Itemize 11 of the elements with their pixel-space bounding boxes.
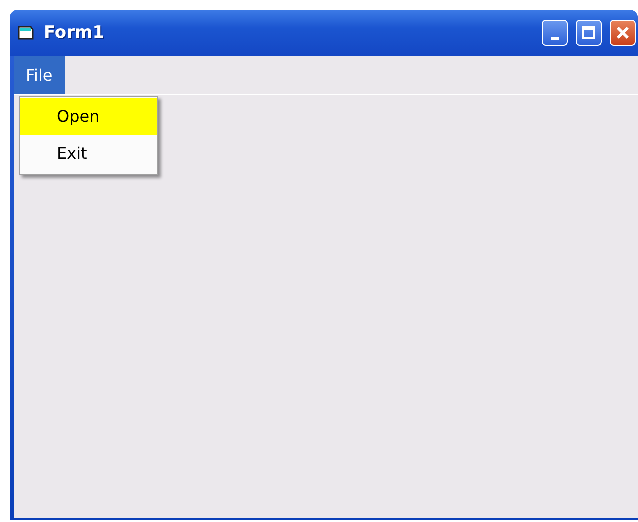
window-icon <box>18 25 36 41</box>
close-button[interactable] <box>610 20 636 46</box>
window-title: Form1 <box>44 23 105 43</box>
minimize-button[interactable] <box>542 20 568 46</box>
maximize-button[interactable] <box>576 20 602 46</box>
dropdown-item[interactable]: Open <box>20 98 157 135</box>
menu-item[interactable]: File <box>14 56 65 94</box>
maximize-icon <box>582 26 596 40</box>
minimize-icon <box>551 36 559 40</box>
dropdown-item[interactable]: Exit <box>20 135 157 172</box>
close-icon <box>616 26 630 40</box>
